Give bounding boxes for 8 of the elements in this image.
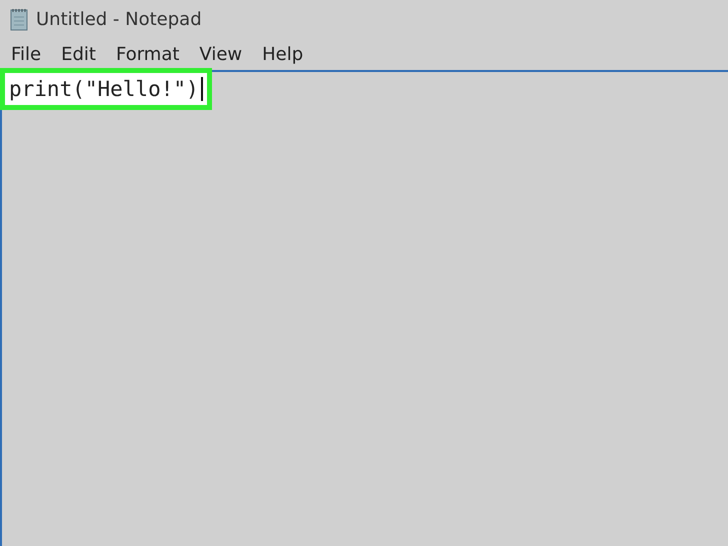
menu-item[interactable]: Edit <box>61 44 96 64</box>
menu-item[interactable]: Help <box>262 44 304 64</box>
text-area[interactable]: print("Hello!") <box>0 70 728 546</box>
menu-item[interactable]: View <box>199 44 242 64</box>
menu-item[interactable]: Format <box>116 44 180 64</box>
menu-item[interactable]: File <box>11 44 42 64</box>
notepad-icon <box>10 7 28 31</box>
window-title: Untitled - Notepad <box>36 8 202 30</box>
